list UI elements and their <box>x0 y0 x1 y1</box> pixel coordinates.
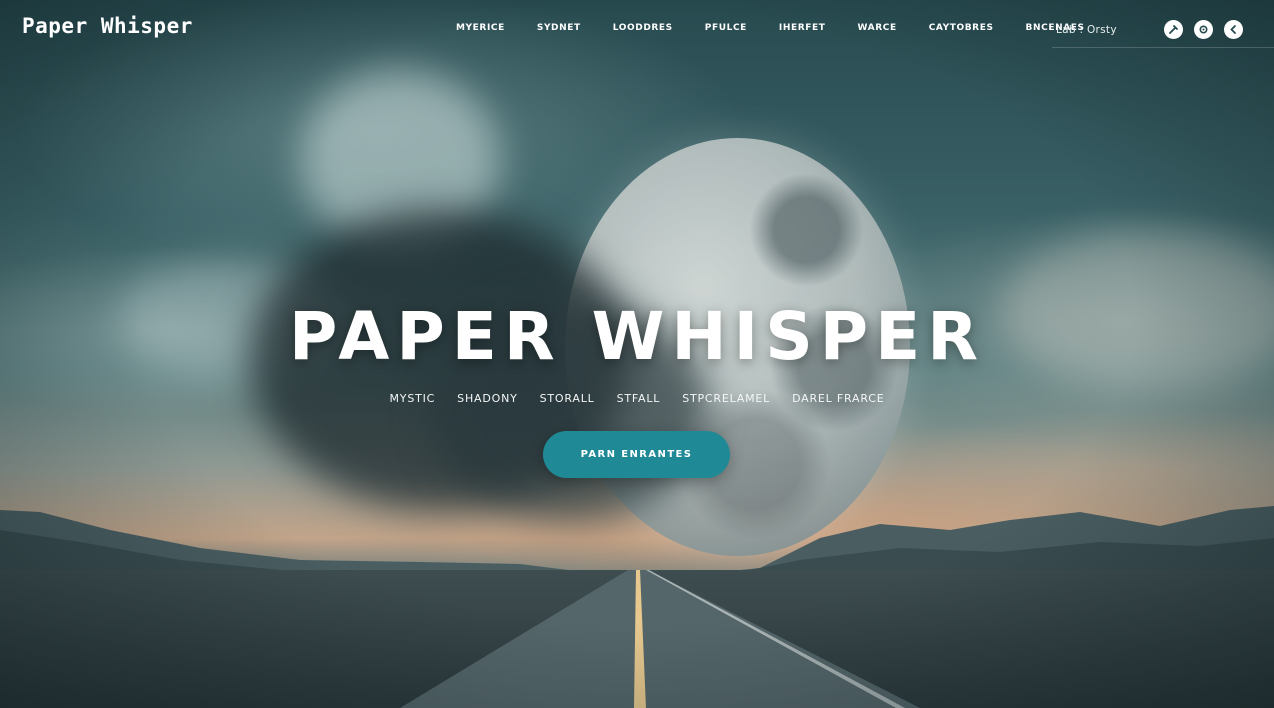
back-icon[interactable] <box>1224 20 1243 39</box>
site-header: Paper Whisper MYERICE SYDNET LOODDRES PF… <box>0 0 1274 56</box>
hero-tag: STFALL <box>616 392 661 405</box>
hero-tag: STPCRELAMEL <box>682 392 771 405</box>
hero-tag: STORALL <box>539 392 595 405</box>
cta-button[interactable]: PARN ENRANTES <box>543 431 730 478</box>
account-label[interactable]: Lab : Orsty <box>1056 24 1117 36</box>
account-area: Lab : Orsty <box>1052 16 1274 48</box>
hero-tag-list: MYSTIC SHADONY STORALL STFALL STPCRELAME… <box>0 392 1274 405</box>
nav-item-myerice[interactable]: MYERICE <box>440 23 521 33</box>
hero-tag: SHADONY <box>457 392 518 405</box>
brand-logo[interactable]: Paper Whisper <box>22 14 193 38</box>
hero-tag: DAREL FRARCE <box>792 392 885 405</box>
tools-icon[interactable] <box>1164 20 1183 39</box>
nav-item-sydnet[interactable]: SYDNET <box>521 23 597 33</box>
nav-item-pfulce[interactable]: PFULCE <box>689 23 763 33</box>
nav-item-iherfet[interactable]: IHERFET <box>763 23 842 33</box>
gear-icon[interactable] <box>1194 20 1213 39</box>
hero-title: PAPER WHISPER <box>288 298 986 375</box>
main-nav: MYERICE SYDNET LOODDRES PFULCE IHERFET W… <box>440 23 1101 33</box>
hero-tag: MYSTIC <box>389 392 436 405</box>
nav-item-looddres[interactable]: LOODDRES <box>597 23 689 33</box>
nav-item-caytobres[interactable]: CAYTOBRES <box>913 23 1010 33</box>
nav-item-warce[interactable]: WARCE <box>842 23 913 33</box>
